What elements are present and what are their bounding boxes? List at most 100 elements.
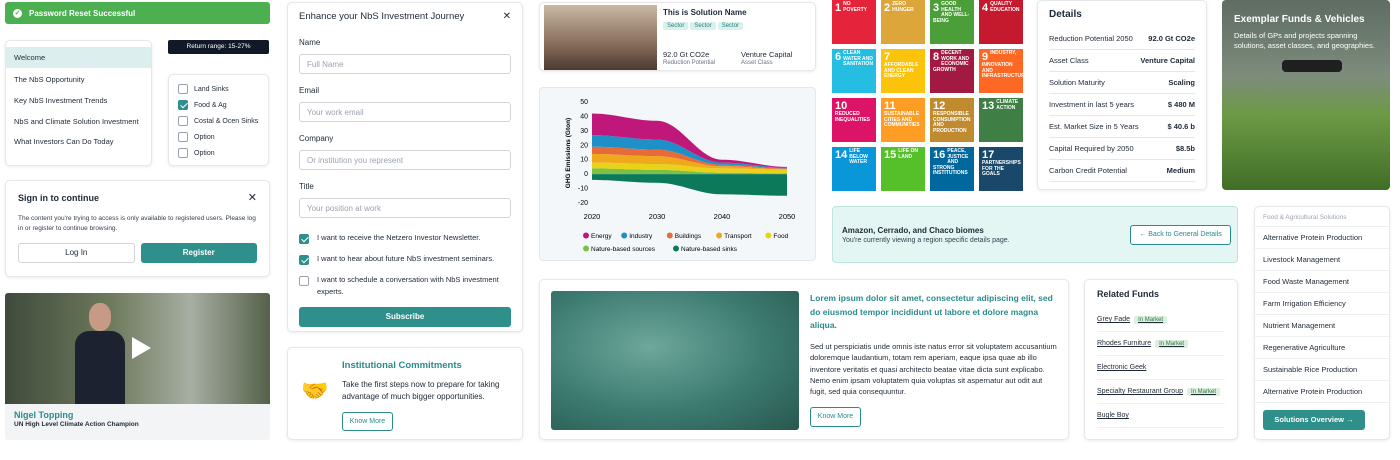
play-icon[interactable] [132,337,151,359]
filter-option[interactable]: Food & Ag [178,97,259,113]
sdg-tile[interactable]: 15 LIFE ON LAND [881,147,925,191]
nav-item-investors[interactable]: What Investors Can Do Today [6,133,151,150]
checkbox[interactable] [178,132,188,142]
sdg-tile[interactable]: 11 SUSTAINABLE CITIES AND COMMUNITIES [881,98,925,142]
y-tick-label: -10 [578,186,588,193]
solution-item[interactable]: Sustainable Rice Production [1255,359,1389,381]
solution-card[interactable]: This is Solution Name Sector Sector Sector… [539,2,816,71]
detail-row: Est. Market Size in 5 Years $ 40.6 b [1049,116,1195,138]
sdg-tile[interactable]: 16 PEACE, JUSTICE AND STRONG INSTITUTIONS [930,147,974,191]
subscribe-button[interactable]: Subscribe [299,307,511,327]
sdg-tile[interactable]: 12 RESPONSIBLE CONSUMPTION AND PRODUCTION [930,98,974,142]
fund-link[interactable]: Rhodes Furniture In Market [1097,332,1225,356]
sdg-tile[interactable]: 1 NO POVERTY [832,0,876,44]
filter-option[interactable]: Option [178,145,259,161]
solution-item[interactable]: Farm Irrigation Efficiency [1255,293,1389,315]
checkbox[interactable] [299,276,309,286]
sdg-label: CLIMATE ACTION [996,99,1019,111]
legend-swatch [716,232,723,239]
detail-row: Asset Class Venture Capital [1049,50,1195,72]
form-input[interactable]: Your work email [299,102,511,122]
solution-item[interactable]: Livestock Management [1255,249,1389,271]
x-tick-label: 2040 [714,212,731,221]
register-button[interactable]: Register [140,242,257,263]
filter-option[interactable]: Option [178,129,259,145]
sdg-label: RESPONSIBLE CONSUMPTION AND PRODUCTION [933,111,971,134]
filter-option[interactable]: Land Sinks [178,81,259,97]
sdg-number: 8 [933,51,940,63]
emissions-chart: GHG Emissions (Gton) 50 40 30 20 10 0 -10 -20 202… [565,99,796,253]
checkbox[interactable] [299,255,309,265]
checkbox[interactable] [178,116,188,126]
sector-filter: Land Sinks Food & Ag Costal & Ocen Sinks Op… [168,74,269,166]
sector-tag: Sector [717,22,744,30]
in-market-badge: In Market [1155,339,1189,348]
sdg-label: ZERO HUNGER [892,1,914,13]
commitments-title: Institutional Commitments [342,360,462,371]
filter-option[interactable]: Costal & Ocen Sinks [178,113,259,129]
sdg-tile[interactable]: 6 CLEAN WATER AND SANITATION [832,49,876,93]
fund-link[interactable]: Bugle Boy [1097,404,1225,428]
close-icon[interactable]: ✕ [248,191,257,204]
solutions-overview-button[interactable]: Solutions Overview → [1263,410,1365,430]
nav-item-investment[interactable]: NbS and Climate Solution Investment [6,112,151,131]
detail-value: Scaling [1168,78,1195,87]
y-axis-label: GHG Emissions (Gton) [565,118,572,188]
know-more-button[interactable]: Know More [810,407,861,427]
detail-label: Investment in last 5 years [1049,100,1135,109]
y-tick-label: 40 [580,113,588,120]
fund-link[interactable]: Grey Fade In Market [1097,308,1225,332]
metric-value: 92.0 Gt CO2e [663,50,710,59]
fund-link[interactable]: Electronic Geek [1097,356,1225,380]
checkbox[interactable] [299,234,309,244]
sdg-number: 4 [982,2,989,14]
legend-label: Nature-based sources [591,246,656,253]
sector-tag: Sector [690,22,716,30]
sdg-tile[interactable]: 8 DECENT WORK AND ECONOMIC GROWTH [930,49,974,93]
form-input[interactable]: Full Name [299,54,511,74]
form-input[interactable]: Or institution you represent [299,150,511,170]
detail-value: $ 480 M [1167,100,1195,109]
solution-item[interactable]: Regenerative Agriculture [1255,337,1389,359]
sdg-tile[interactable]: 3 GOOD HEALTH AND WELL-BEING [930,0,974,44]
video-thumbnail[interactable] [5,293,270,404]
sdg-tile[interactable]: 14 LIFE BELOW WATER [832,147,876,191]
filter-option-label: Land Sinks [194,85,229,93]
form-input[interactable]: Your position at work [299,198,511,218]
sdg-tile[interactable]: 2 ZERO HUNGER [881,0,925,44]
checkbox[interactable] [178,148,188,158]
fund-name: Grey Fade [1097,316,1131,323]
solution-item[interactable]: Nutrient Management [1255,315,1389,337]
legend-swatch [583,232,589,239]
close-icon[interactable]: ✕ [503,11,511,22]
know-more-button[interactable]: Know More [342,412,393,431]
nav-item-welcome[interactable]: Welcome [6,47,151,68]
sdg-tile[interactable]: 9 INDUSTRY, INNOVATION AND INFRASTRUCTURE [979,49,1028,93]
in-market-badge: In Market [1134,315,1168,324]
nav-item-opportunity[interactable]: The NbS Opportunity [6,70,151,89]
return-range-tooltip: Return range: 15-27% [168,40,269,54]
sdg-label: AFFORDABLE AND CLEAN ENERGY [884,62,919,80]
back-to-general-button[interactable]: ← Back to General Details [1130,225,1231,245]
sdg-tile[interactable]: 4 QUALITY EDUCATION [979,0,1023,44]
nav-item-trends[interactable]: Key NbS Investment Trends [6,91,151,110]
detail-row: Capital Required by 2050 $8.5b [1049,138,1195,160]
consent-option[interactable]: I want to receive the Netzero Investor N… [299,232,511,244]
consent-option[interactable]: I want to schedule a conversation with N… [299,274,511,298]
fund-link[interactable]: Specialty Restaurant Group In Market [1097,380,1225,404]
solution-item[interactable]: Food Waste Management [1255,271,1389,293]
sdg-tile[interactable]: 17 PARTNERSHIPS FOR THE GOALS [979,147,1023,191]
solution-item[interactable]: Alternative Protein Production [1255,227,1389,249]
x-tick-label: 2050 [779,212,796,221]
exemplar-card[interactable]: Exemplar Funds & Vehicles Details of GPs… [1222,0,1390,190]
sdg-label: REDUCED INEQUALITIES [835,111,871,123]
sdg-tile[interactable]: 7 AFFORDABLE AND CLEAN ENERGY [881,49,925,93]
checkbox[interactable] [178,100,188,110]
sdg-tile[interactable]: 10 REDUCED INEQUALITIES [832,98,876,142]
sdg-tile[interactable]: 13 CLIMATE ACTION [979,98,1023,142]
region-body: You're currently viewing a region specif… [842,237,1010,244]
solution-item[interactable]: Alternative Protein Production [1255,381,1389,403]
login-button[interactable]: Log In [18,242,135,263]
consent-option[interactable]: I want to hear about future NbS investme… [299,253,511,265]
checkbox[interactable] [178,84,188,94]
